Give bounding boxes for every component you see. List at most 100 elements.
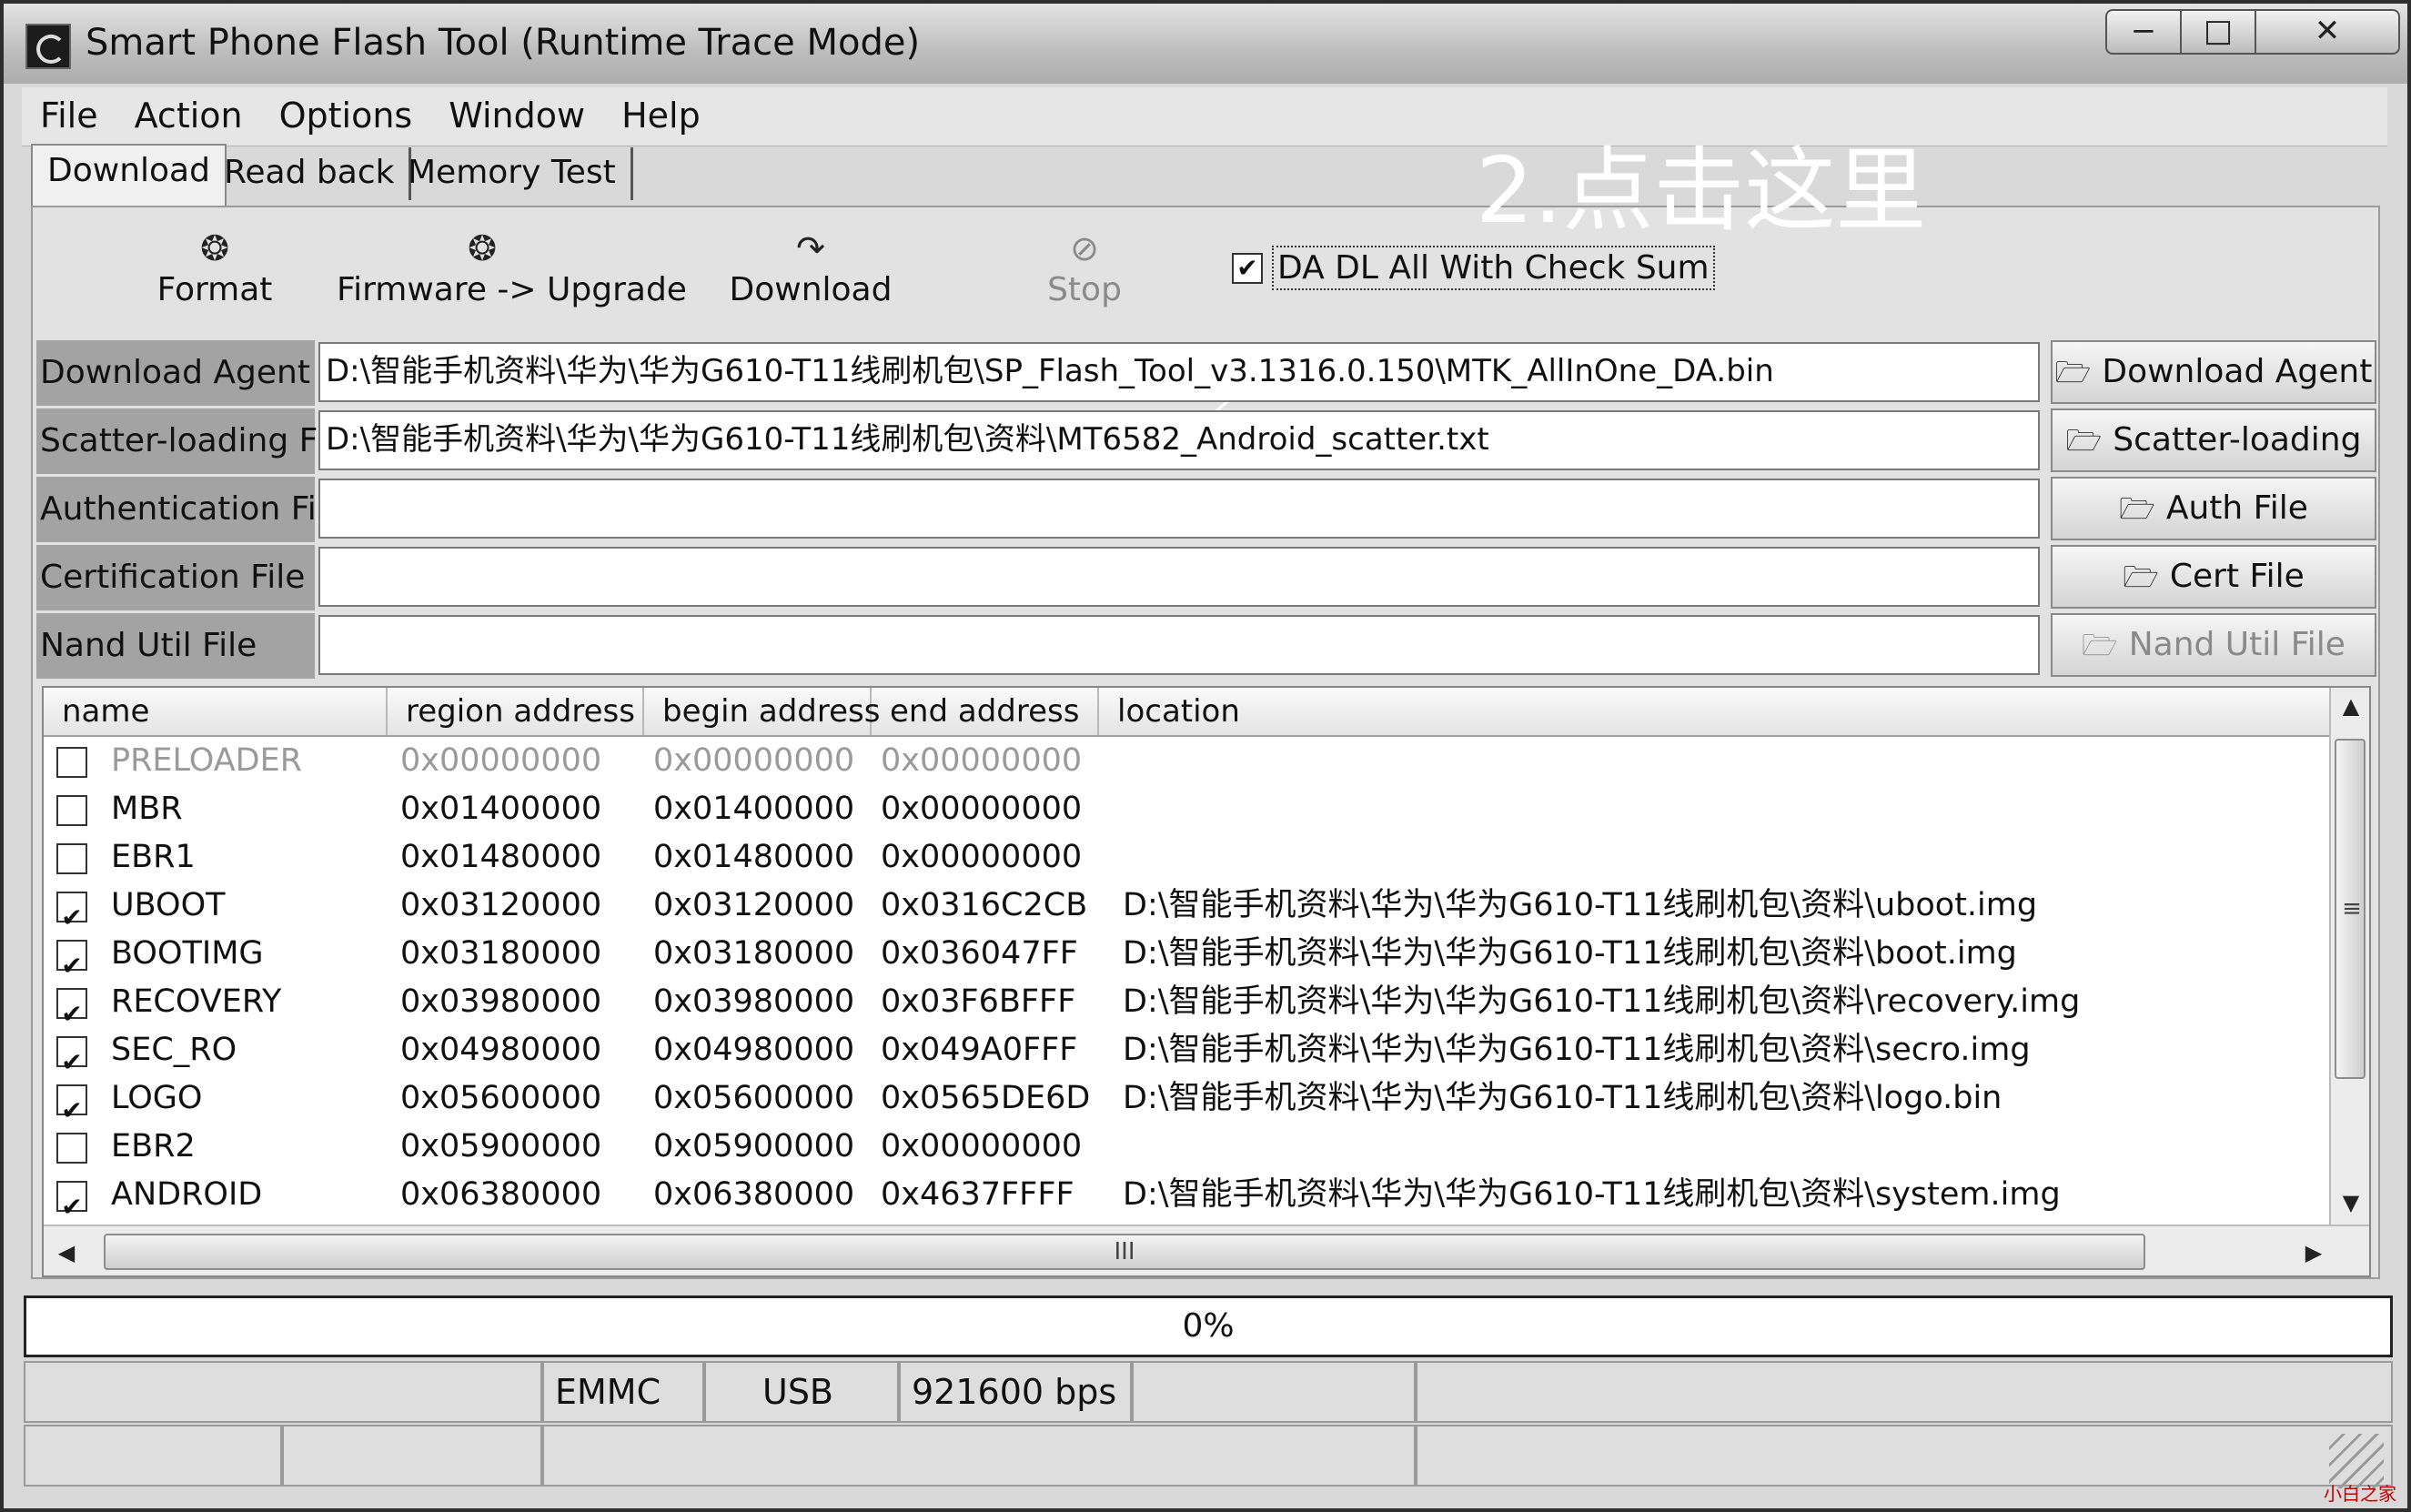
row-checkbox[interactable] (56, 747, 87, 778)
column-name[interactable]: name (44, 688, 388, 735)
row-checkbox[interactable]: ✔ (56, 1181, 87, 1222)
row-location: D:\智能手机资料\华为\华为G610-T11线刷机包\资料\uboot.img (1123, 887, 2038, 923)
row-end-address: 0x0565DE6D (881, 1080, 1091, 1116)
folder-open-icon: 🗁 (2065, 423, 2103, 458)
row-region-address: 0x00000000 (400, 742, 602, 779)
checksum-checkbox[interactable]: ✔ (1232, 252, 1263, 284)
tab-memory-test[interactable]: Memory Test (393, 147, 633, 200)
row-checkbox[interactable]: ✔ (56, 940, 87, 981)
row-checkbox[interactable] (56, 795, 87, 826)
download-agent-label: Download Agent (36, 340, 315, 406)
row-checkbox[interactable]: ✔ (56, 892, 87, 932)
status-storage: EMMC (542, 1361, 704, 1423)
status-port: USB (704, 1361, 899, 1423)
table-row[interactable]: ✔ SEC_RO 0x04980000 0x04980000 0x049A0FFF D:\… (44, 1026, 2329, 1077)
row-checkbox[interactable]: ✔ (56, 1084, 87, 1125)
authentication-file-field[interactable] (318, 479, 2040, 539)
table-row[interactable]: EBR1 0x01480000 0x01480000 0x00000000 (44, 833, 2329, 882)
status-bar: EMMC USB 921600 bps (24, 1361, 2393, 1497)
column-location[interactable]: location (1099, 688, 2329, 735)
download-agent-button[interactable]: 🗁 Download Agent (2051, 340, 2376, 404)
table-row[interactable]: ✔ ANDROID 0x06380000 0x06380000 0x4637FFFF D:… (44, 1171, 2329, 1222)
menu-file[interactable]: File (22, 87, 116, 144)
tab-read-back[interactable]: Read back (209, 147, 412, 200)
table-row[interactable]: ✔ UBOOT 0x03120000 0x03120000 0x0316C2CB D:\智… (44, 882, 2329, 932)
grip-icon: ≡ (2342, 895, 2362, 922)
download-icon: ↷ (796, 228, 825, 268)
watermark: 小白之家 (2324, 1483, 2396, 1505)
table-row[interactable]: MBR 0x01400000 0x01400000 0x00000000 (44, 785, 2329, 833)
tab-download[interactable]: Download (31, 144, 227, 206)
nand-util-file-button[interactable]: 🗁 Nand Util File (2051, 613, 2376, 677)
scroll-left-icon[interactable]: ◀ (44, 1226, 89, 1275)
title-bar[interactable]: Smart Phone Flash Tool (Runtime Trace Mo… (4, 4, 2407, 84)
table-row[interactable]: ✔ RECOVERY 0x03980000 0x03980000 0x03F6BFFF D… (44, 978, 2329, 1029)
scroll-up-icon[interactable]: ▲ (2331, 688, 2369, 724)
stop-button[interactable]: ⊘ Stop (1012, 226, 1157, 308)
scatter-loading-label: Scatter-loading File (36, 408, 354, 474)
menu-bar: File Action Options Window Help (22, 87, 2387, 146)
horizontal-scrollbar[interactable]: ◀ III ▶ (44, 1225, 2369, 1275)
partition-table: name region address begin address end ad… (42, 686, 2371, 1277)
row-checkbox[interactable]: ✔ (56, 988, 87, 1029)
table-row[interactable]: ✔ LOGO 0x05600000 0x05600000 0x0565DE6D D:\智能… (44, 1074, 2329, 1125)
scatter-loading-button[interactable]: 🗁 Scatter-loading (2051, 408, 2376, 472)
format-label: Format (156, 271, 273, 308)
nand-util-file-button-label: Nand Util File (2128, 626, 2345, 663)
download-agent-row: Download Agent D:\智能手机资料\华为\华为G610-T11线刷… (36, 340, 2378, 406)
scatter-loading-field[interactable]: D:\智能手机资料\华为\华为G610-T11线刷机包\资料\MT6582_An… (318, 410, 2040, 470)
stop-icon: ⊘ (1070, 228, 1099, 268)
row-location: D:\智能手机资料\华为\华为G610-T11线刷机包\资料\secro.img (1123, 1032, 2031, 1068)
vertical-scroll-thumb[interactable]: ≡ (2335, 739, 2366, 1079)
minimize-button[interactable]: − (2105, 9, 2182, 55)
row-end-address: 0x00000000 (881, 791, 1083, 827)
folder-icon: 🗁 (2082, 628, 2118, 662)
auth-file-button[interactable]: 🗁 Auth File (2051, 477, 2376, 540)
row-region-address: 0x05900000 (400, 1128, 602, 1164)
firmware-upgrade-button[interactable]: ❂ Firmware -> Upgrade (337, 226, 687, 308)
horizontal-scroll-thumb[interactable]: III (104, 1234, 2145, 1270)
table-row[interactable]: EBR2 0x05900000 0x05900000 0x00000000 (44, 1123, 2329, 1171)
row-name: LOGO (111, 1080, 203, 1116)
nand-util-file-field[interactable] (318, 615, 2040, 675)
maximize-button[interactable]: □ (2180, 9, 2256, 55)
row-location: D:\智能手机资料\华为\华为G610-T11线刷机包\资料\system.im… (1123, 1176, 2061, 1213)
row-begin-address: 0x03180000 (653, 935, 855, 972)
row-region-address: 0x05600000 (400, 1080, 602, 1116)
row-location: D:\智能手机资料\华为\华为G610-T11线刷机包\资料\logo.bin (1123, 1080, 2002, 1116)
menu-window[interactable]: Window (430, 87, 603, 144)
row-region-address: 0x01480000 (400, 839, 602, 875)
cert-file-button[interactable]: 🗁 Cert File (2051, 545, 2376, 609)
row-begin-address: 0x03120000 (653, 887, 855, 923)
maximize-icon: □ (2203, 13, 2234, 49)
scroll-down-icon[interactable]: ▼ (2331, 1184, 2369, 1221)
row-region-address: 0x03180000 (400, 935, 602, 972)
column-region-address[interactable]: region address (388, 688, 644, 735)
column-begin-address[interactable]: begin address (644, 688, 880, 735)
status-cell-empty (24, 1425, 282, 1487)
certification-file-field[interactable] (318, 547, 2040, 607)
vertical-scrollbar[interactable]: ▲ ≡ ▼ (2329, 688, 2369, 1225)
row-region-address: 0x03980000 (400, 983, 602, 1020)
scroll-right-icon[interactable]: ▶ (2291, 1226, 2336, 1275)
column-end-address[interactable]: end address (872, 688, 1099, 735)
main-window: Smart Phone Flash Tool (Runtime Trace Mo… (0, 0, 2411, 1512)
app-icon (25, 24, 71, 69)
row-end-address: 0x0316C2CB (881, 887, 1088, 923)
close-icon: ✕ (2314, 13, 2341, 49)
table-row[interactable]: ✔ BOOTIMG 0x03180000 0x03180000 0x036047FF D:… (44, 930, 2329, 981)
format-button[interactable]: ❂ Format (124, 226, 306, 308)
scatter-loading-button-label: Scatter-loading (2113, 421, 2362, 459)
download-button[interactable]: ↷ Download (706, 226, 915, 308)
row-checkbox[interactable] (56, 1133, 87, 1164)
menu-help[interactable]: Help (603, 87, 719, 144)
download-panel: ❂ Format ❂ Firmware -> Upgrade ↷ Downloa… (31, 206, 2380, 1279)
menu-options[interactable]: Options (261, 87, 431, 144)
menu-action[interactable]: Action (116, 87, 261, 144)
checksum-option[interactable]: ✔ DA DL All With Check Sum (1232, 246, 1715, 290)
download-agent-field[interactable]: D:\智能手机资料\华为\华为G610-T11线刷机包\SP_Flash_Too… (318, 342, 2040, 402)
row-checkbox[interactable] (56, 843, 87, 874)
row-checkbox[interactable]: ✔ (56, 1036, 87, 1077)
close-button[interactable]: ✕ (2255, 9, 2400, 55)
table-row[interactable]: PRELOADER 0x00000000 0x00000000 0x00000000 (44, 737, 2329, 785)
